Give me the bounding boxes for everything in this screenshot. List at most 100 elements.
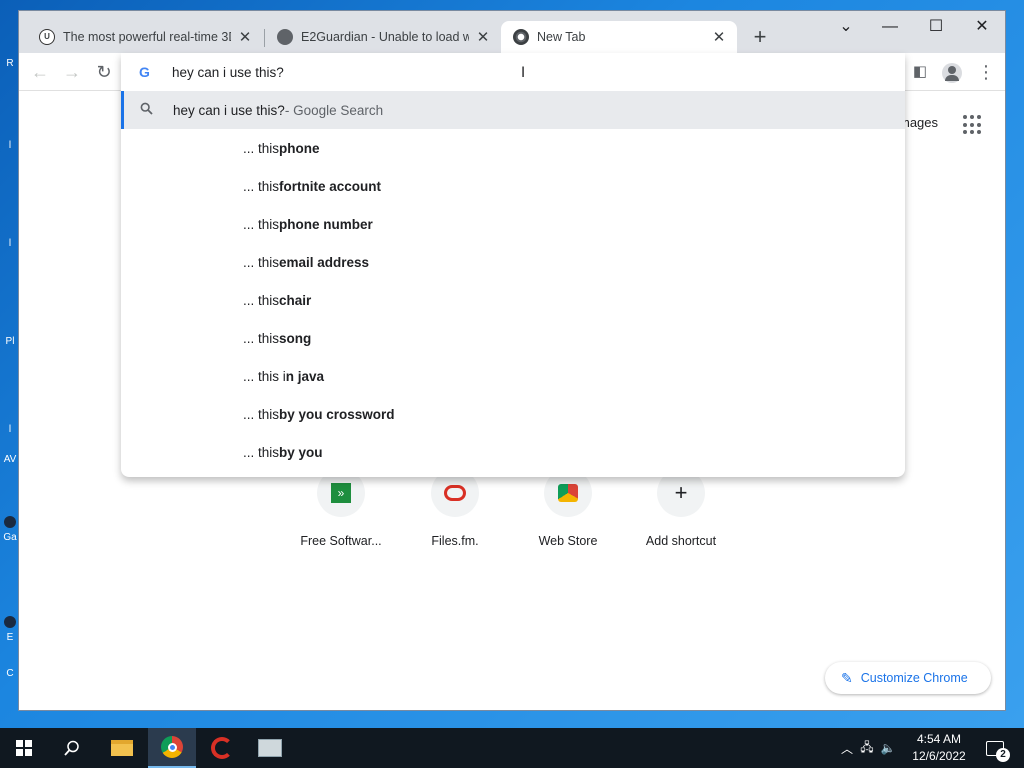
monitor-app-icon xyxy=(258,739,282,757)
suggestion-prefix: ... this xyxy=(243,292,280,308)
apps-grid-icon[interactable] xyxy=(963,115,983,135)
profile-icon[interactable] xyxy=(939,59,965,85)
omnibox-suggestion[interactable]: ... this fortnite account xyxy=(121,167,905,205)
forward-icon[interactable]: → xyxy=(59,59,85,85)
suggestion-bold: phone number xyxy=(279,216,373,232)
desktop-icon-fragment[interactable]: l xyxy=(2,424,18,435)
suggestion-bold: email address xyxy=(279,254,370,270)
desktop-icon-fragment[interactable]: C xyxy=(2,668,18,679)
taskbar: ︿ 🖧 🔈 4:54 AM 12/6/2022 2 xyxy=(0,728,1024,768)
ccleaner-icon xyxy=(211,737,233,759)
chrome-taskbar-button[interactable] xyxy=(148,728,196,768)
shortcut-label: Web Store xyxy=(538,534,598,548)
suggestion-text: hey can i use this? xyxy=(173,102,285,118)
omnibox-value: hey can i use this? xyxy=(172,64,284,80)
menu-kebab-icon[interactable]: ⋮ xyxy=(973,59,999,85)
close-icon[interactable]: ✕ xyxy=(475,28,491,46)
file-explorer-button[interactable] xyxy=(98,728,146,768)
customize-chrome-button[interactable]: ✎ Customize Chrome xyxy=(825,662,991,694)
chrome-icon xyxy=(161,736,183,758)
chrome-icon xyxy=(513,29,529,45)
tab-e2guardian[interactable]: E2Guardian - Unable to load wel ✕ xyxy=(265,21,501,53)
window-close-icon[interactable]: ✕ xyxy=(959,15,1005,41)
omnibox-input[interactable]: G hey can i use this? xyxy=(121,53,905,91)
minimize-icon[interactable]: — xyxy=(867,15,913,41)
maximize-icon[interactable]: ☐ xyxy=(913,15,959,41)
suggestion-suffix: - Google Search xyxy=(284,102,384,118)
volume-icon[interactable]: 🔈 xyxy=(878,741,898,755)
omnibox-suggestion[interactable]: ... this by you crossword xyxy=(121,395,905,433)
omnibox-suggestion[interactable]: ... this phone number xyxy=(121,205,905,243)
new-tab-button[interactable]: + xyxy=(747,25,773,51)
omnibox-suggestion[interactable]: ... this email address xyxy=(121,243,905,281)
suggestion-prefix: ... this i xyxy=(243,368,286,384)
omnibox-suggestion[interactable]: ... this song xyxy=(121,319,905,357)
close-icon[interactable]: ✕ xyxy=(237,28,253,46)
tab-search-chevron-icon[interactable]: ⌄ xyxy=(823,15,869,41)
start-button[interactable] xyxy=(0,728,48,768)
text-cursor-icon: Ι xyxy=(521,65,526,81)
omnibox-suggestion[interactable]: ... this by you xyxy=(121,433,905,471)
search-icon xyxy=(64,740,79,756)
desktop-icon-label: AV xyxy=(3,454,17,465)
system-tray: ︿ 🖧 🔈 xyxy=(838,728,898,768)
search-taskbar-button[interactable] xyxy=(48,728,96,768)
app-taskbar-button[interactable] xyxy=(246,728,294,768)
tab-title: The most powerful real-time 3D xyxy=(63,30,231,44)
suggestion-prefix: ... this xyxy=(243,444,280,460)
suggestion-prefix: ... this xyxy=(243,406,280,422)
suggestion-bold: n java xyxy=(285,368,325,384)
tab-new-tab[interactable]: New Tab ✕ xyxy=(501,21,737,53)
notification-count: 2 xyxy=(996,747,1010,762)
clock[interactable]: 4:54 AM 12/6/2022 xyxy=(906,731,972,765)
suggestion-prefix: ... this xyxy=(243,216,280,232)
shortcut-label: Add shortcut xyxy=(645,534,717,548)
notifications-button[interactable]: 2 xyxy=(982,728,1010,768)
shortcut-label: Files.fm. xyxy=(431,534,479,548)
shortcut-free-software[interactable]: » Free Softwar... xyxy=(285,469,397,548)
network-icon[interactable]: 🖧 xyxy=(856,738,878,759)
desktop-icon-fragment[interactable]: Pl xyxy=(2,336,18,347)
google-g-icon: G xyxy=(139,64,150,80)
omnibox-suggestion[interactable]: ... this chair xyxy=(121,281,905,319)
desktop-icon-label: R xyxy=(6,58,14,69)
side-panel-icon[interactable]: ◧ xyxy=(907,59,933,85)
suggestion-bold: chair xyxy=(279,292,312,308)
windows-logo-icon xyxy=(16,740,32,756)
suggestion-prefix: ... this xyxy=(243,140,280,156)
desktop-icon-fragment[interactable]: R xyxy=(2,58,18,69)
reload-icon[interactable]: ↻ xyxy=(91,59,117,85)
desktop-icon-fragment[interactable]: l xyxy=(2,140,18,151)
chevron-up-icon[interactable]: ︿ xyxy=(838,740,856,757)
omnibox-dropdown: G hey can i use this? hey can i use this… xyxy=(121,53,905,477)
desktop-icon-label: Pl xyxy=(5,336,15,347)
close-icon[interactable]: ✕ xyxy=(711,28,727,46)
tab-title: E2Guardian - Unable to load wel xyxy=(301,30,469,44)
suggestion-bold: fortnite account xyxy=(279,178,382,194)
shortcut-web-store[interactable]: Web Store xyxy=(512,469,624,548)
desktop-icon-label: l xyxy=(8,424,12,435)
omnibox-suggestion[interactable]: ... this in java xyxy=(121,357,905,395)
tab-unreal[interactable]: U The most powerful real-time 3D ✕ xyxy=(27,21,263,53)
app-icon xyxy=(4,616,16,628)
desktop-icon-label: E xyxy=(6,632,14,643)
ccleaner-button[interactable] xyxy=(198,728,246,768)
desktop-icon-fragment[interactable]: AV xyxy=(2,454,18,465)
back-icon[interactable]: ← xyxy=(27,59,53,85)
search-icon xyxy=(140,102,156,118)
pencil-icon: ✎ xyxy=(841,669,853,686)
suggestion-bold: song xyxy=(279,330,312,346)
customize-label: Customize Chrome xyxy=(860,671,968,685)
globe-icon xyxy=(277,29,293,45)
shortcut-files-fm[interactable]: Files.fm. xyxy=(399,469,511,548)
omnibox-search-suggestion[interactable]: hey can i use this? - Google Search xyxy=(121,91,905,129)
browser-window: U The most powerful real-time 3D ✕ E2Gua… xyxy=(18,10,1006,711)
tab-title: New Tab xyxy=(537,30,586,44)
desktop-icon-fragment[interactable]: Ga xyxy=(2,516,18,543)
desktop-icon-fragment[interactable]: l xyxy=(2,238,18,249)
desktop-icon-fragment[interactable]: E xyxy=(2,616,18,643)
app-icon xyxy=(4,516,16,528)
suggestion-bold: by you crossword xyxy=(279,406,395,422)
omnibox-suggestion[interactable]: ... this phone xyxy=(121,129,905,167)
shortcut-add[interactable]: + Add shortcut xyxy=(625,469,737,548)
